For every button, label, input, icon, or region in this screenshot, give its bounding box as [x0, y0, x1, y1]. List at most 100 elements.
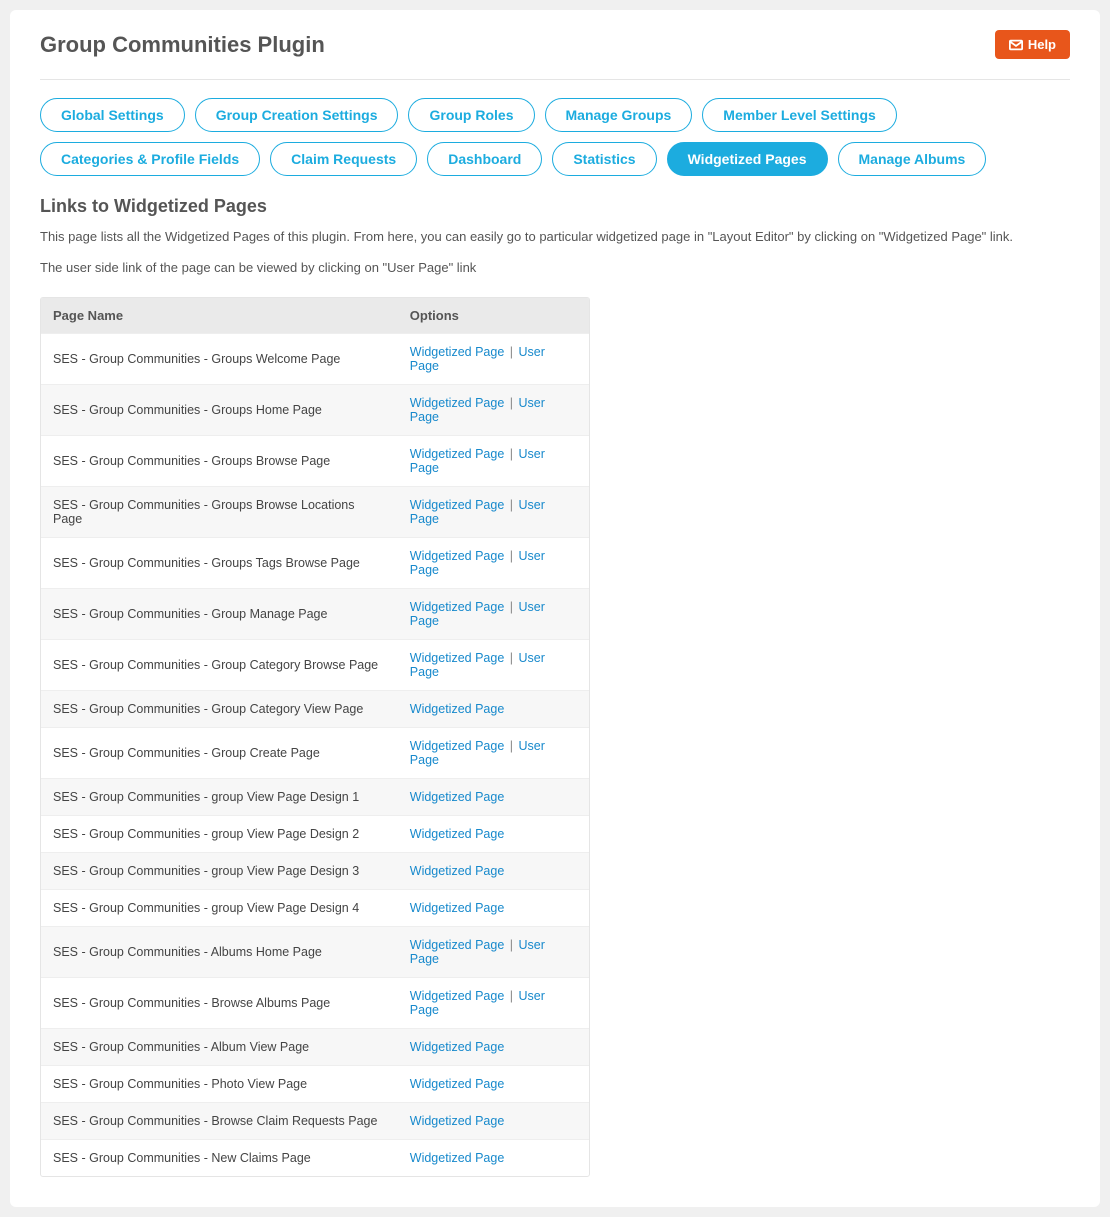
tab-group-creation-settings[interactable]: Group Creation Settings [195, 98, 399, 132]
widgetized-page-link[interactable]: Widgetized Page [410, 864, 505, 878]
widgetized-page-link[interactable]: Widgetized Page [410, 790, 505, 804]
widgetized-page-link[interactable]: Widgetized Page [410, 739, 505, 753]
table-row: SES - Group Communities - Albums Home Pa… [41, 926, 589, 977]
widgetized-page-link[interactable]: Widgetized Page [410, 1151, 505, 1165]
page-name-cell: SES - Group Communities - Groups Browse … [41, 486, 398, 537]
options-cell: Widgetized Page | User Page [398, 639, 589, 690]
tab-global-settings[interactable]: Global Settings [40, 98, 185, 132]
page-name-cell: SES - Group Communities - Groups Browse … [41, 435, 398, 486]
separator: | [506, 739, 516, 753]
tab-manage-albums[interactable]: Manage Albums [838, 142, 987, 176]
tab-manage-groups[interactable]: Manage Groups [545, 98, 693, 132]
separator: | [506, 396, 516, 410]
page-name-cell: SES - Group Communities - Groups Welcome… [41, 333, 398, 384]
widgetized-page-link[interactable]: Widgetized Page [410, 651, 505, 665]
page-name-cell: SES - Group Communities - Group Create P… [41, 727, 398, 778]
admin-panel: Group Communities Plugin Help Global Set… [10, 10, 1100, 1207]
separator: | [506, 600, 516, 614]
table-row: SES - Group Communities - Groups Welcome… [41, 333, 589, 384]
widgetized-page-link[interactable]: Widgetized Page [410, 702, 505, 716]
options-cell: Widgetized Page [398, 889, 589, 926]
tab-bar: Global Settings Group Creation Settings Gr… [40, 98, 1070, 176]
separator: | [506, 989, 516, 1003]
table-row: SES - Group Communities - group View Pag… [41, 889, 589, 926]
table-header-row: Page Name Options [41, 298, 589, 334]
table-row: SES - Group Communities - Groups Browse … [41, 435, 589, 486]
separator: | [506, 447, 516, 461]
help-label: Help [1028, 37, 1056, 52]
widgetized-page-link[interactable]: Widgetized Page [410, 498, 505, 512]
widgetized-page-link[interactable]: Widgetized Page [410, 989, 505, 1003]
options-cell: Widgetized Page | User Page [398, 537, 589, 588]
tab-categories-profile-fields[interactable]: Categories & Profile Fields [40, 142, 260, 176]
col-options: Options [398, 298, 589, 334]
table-row: SES - Group Communities - Groups Tags Br… [41, 537, 589, 588]
mail-icon [1009, 39, 1023, 51]
options-cell: Widgetized Page [398, 1028, 589, 1065]
header: Group Communities Plugin Help [40, 30, 1070, 80]
widgetized-page-link[interactable]: Widgetized Page [410, 938, 505, 952]
table-row: SES - Group Communities - Group Manage P… [41, 588, 589, 639]
page-name-cell: SES - Group Communities - group View Pag… [41, 889, 398, 926]
table-row: SES - Group Communities - New Claims Pag… [41, 1139, 589, 1176]
options-cell: Widgetized Page [398, 778, 589, 815]
tab-widgetized-pages[interactable]: Widgetized Pages [667, 142, 828, 176]
widgetized-page-link[interactable]: Widgetized Page [410, 345, 505, 359]
page-name-cell: SES - Group Communities - Group Manage P… [41, 588, 398, 639]
table-row: SES - Group Communities - group View Pag… [41, 852, 589, 889]
page-name-cell: SES - Group Communities - Photo View Pag… [41, 1065, 398, 1102]
options-cell: Widgetized Page | User Page [398, 333, 589, 384]
widgetized-page-link[interactable]: Widgetized Page [410, 1114, 505, 1128]
separator: | [506, 651, 516, 665]
page-name-cell: SES - Group Communities - Groups Home Pa… [41, 384, 398, 435]
table-row: SES - Group Communities - Album View Pag… [41, 1028, 589, 1065]
options-cell: Widgetized Page [398, 1139, 589, 1176]
section-title: Links to Widgetized Pages [40, 196, 1070, 217]
tab-group-roles[interactable]: Group Roles [408, 98, 534, 132]
page-name-cell: SES - Group Communities - group View Pag… [41, 815, 398, 852]
page-name-cell: SES - Group Communities - Browse Albums … [41, 977, 398, 1028]
widgetized-pages-table: Page Name Options SES - Group Communitie… [40, 297, 590, 1177]
options-cell: Widgetized Page | User Page [398, 926, 589, 977]
table-row: SES - Group Communities - Group Category… [41, 639, 589, 690]
widgetized-page-link[interactable]: Widgetized Page [410, 1077, 505, 1091]
col-page-name: Page Name [41, 298, 398, 334]
page-name-cell: SES - Group Communities - Albums Home Pa… [41, 926, 398, 977]
table-row: SES - Group Communities - Group Category… [41, 690, 589, 727]
options-cell: Widgetized Page | User Page [398, 435, 589, 486]
options-cell: Widgetized Page | User Page [398, 384, 589, 435]
widgetized-page-link[interactable]: Widgetized Page [410, 396, 505, 410]
separator: | [506, 938, 516, 952]
page-title: Group Communities Plugin [40, 32, 325, 58]
page-name-cell: SES - Group Communities - Groups Tags Br… [41, 537, 398, 588]
widgetized-page-link[interactable]: Widgetized Page [410, 447, 505, 461]
separator: | [506, 549, 516, 563]
options-cell: Widgetized Page [398, 815, 589, 852]
table-row: SES - Group Communities - group View Pag… [41, 778, 589, 815]
table-row: SES - Group Communities - Groups Home Pa… [41, 384, 589, 435]
tab-member-level-settings[interactable]: Member Level Settings [702, 98, 897, 132]
widgetized-page-link[interactable]: Widgetized Page [410, 901, 505, 915]
options-cell: Widgetized Page | User Page [398, 727, 589, 778]
widgetized-page-link[interactable]: Widgetized Page [410, 549, 505, 563]
tab-claim-requests[interactable]: Claim Requests [270, 142, 417, 176]
options-cell: Widgetized Page | User Page [398, 486, 589, 537]
table-row: SES - Group Communities - Photo View Pag… [41, 1065, 589, 1102]
section-desc-2: The user side link of the page can be vi… [40, 258, 1070, 279]
tab-statistics[interactable]: Statistics [552, 142, 656, 176]
section-desc-1: This page lists all the Widgetized Pages… [40, 227, 1070, 248]
separator: | [506, 345, 516, 359]
help-button[interactable]: Help [995, 30, 1070, 59]
options-cell: Widgetized Page | User Page [398, 588, 589, 639]
options-cell: Widgetized Page [398, 852, 589, 889]
separator: | [506, 498, 516, 512]
table-row: SES - Group Communities - Group Create P… [41, 727, 589, 778]
widgetized-page-link[interactable]: Widgetized Page [410, 1040, 505, 1054]
options-cell: Widgetized Page [398, 1065, 589, 1102]
widgetized-page-link[interactable]: Widgetized Page [410, 600, 505, 614]
table-row: SES - Group Communities - group View Pag… [41, 815, 589, 852]
table-row: SES - Group Communities - Browse Claim R… [41, 1102, 589, 1139]
tab-dashboard[interactable]: Dashboard [427, 142, 542, 176]
widgetized-page-link[interactable]: Widgetized Page [410, 827, 505, 841]
page-name-cell: SES - Group Communities - Group Category… [41, 690, 398, 727]
